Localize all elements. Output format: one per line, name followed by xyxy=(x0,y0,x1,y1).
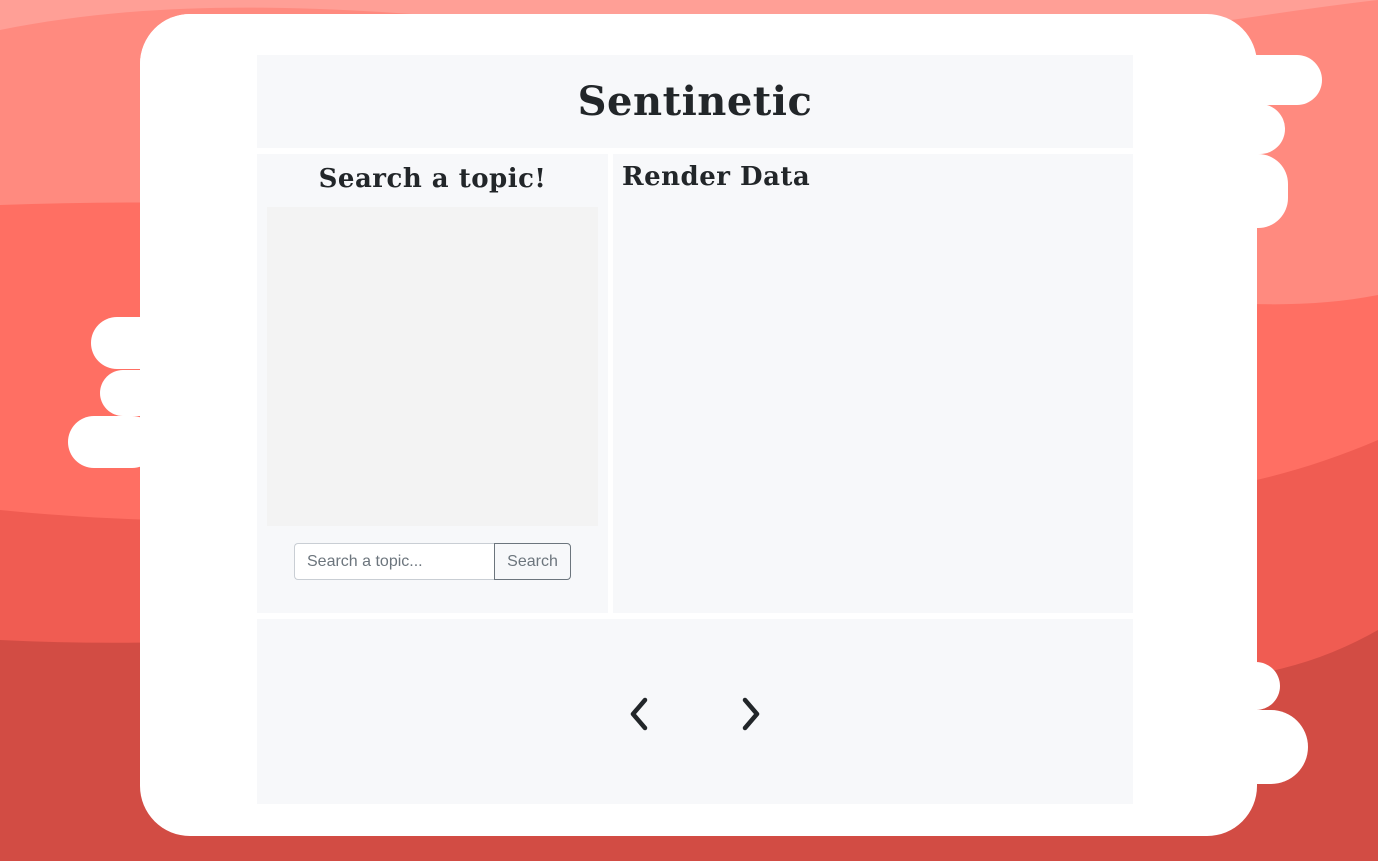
search-form: Search xyxy=(294,543,571,580)
search-panel: Search a topic! Search xyxy=(257,154,608,613)
chevron-right-icon xyxy=(742,697,760,731)
site-title: Sentinetic xyxy=(577,78,813,125)
chevron-left-icon xyxy=(630,697,648,731)
header-panel: Sentinetic xyxy=(257,55,1133,148)
search-panel-title: Search a topic! xyxy=(318,164,547,194)
render-data-panel: Render Data xyxy=(613,154,1133,613)
render-data-title: Render Data xyxy=(622,162,811,192)
carousel-nav-panel xyxy=(257,619,1133,804)
search-input[interactable] xyxy=(294,543,494,580)
search-button[interactable]: Search xyxy=(494,543,571,580)
next-button[interactable] xyxy=(732,696,768,732)
search-results-box xyxy=(267,207,598,526)
previous-button[interactable] xyxy=(622,696,658,732)
